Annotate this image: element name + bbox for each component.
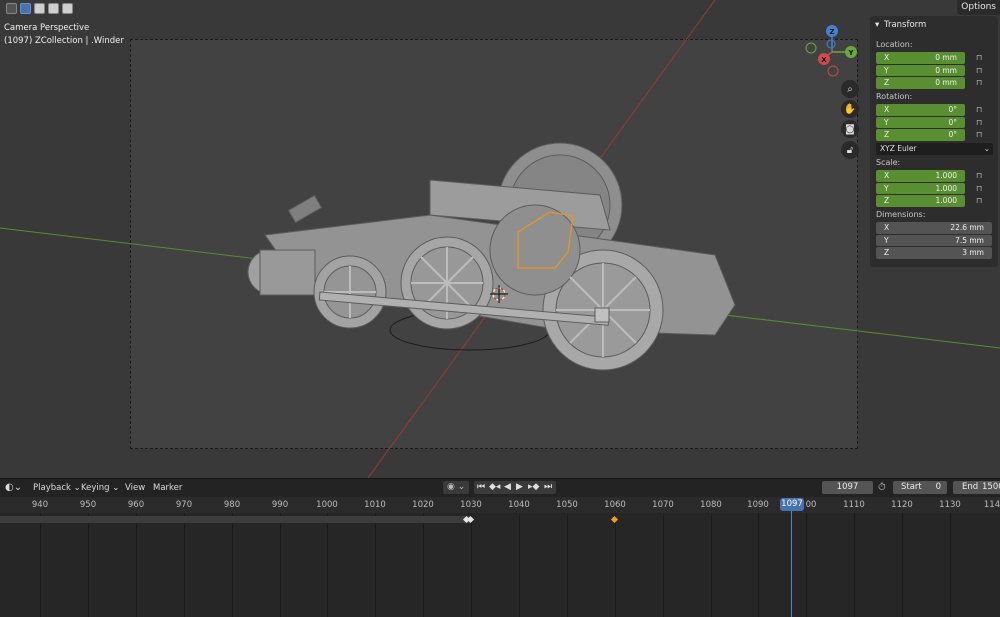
- current-frame-field[interactable]: 1097: [822, 481, 873, 494]
- chevron-down-icon: ▾: [875, 20, 880, 30]
- dimensions-x-field[interactable]: X 22.6 mm: [876, 222, 992, 234]
- locomotive-model: [247, 142, 736, 371]
- pan-hand-icon[interactable]: ✋: [841, 100, 859, 118]
- editor-type-icon[interactable]: ◐⌄: [5, 482, 22, 493]
- navigation-gizmo[interactable]: Z Y X: [803, 22, 861, 80]
- playback-menu[interactable]: Playback ⌄: [33, 483, 81, 493]
- camera-view-icon[interactable]: ◙: [841, 120, 859, 138]
- scale-y-field[interactable]: Y 1.000: [876, 182, 965, 194]
- playhead-frame-label[interactable]: 1097: [780, 498, 804, 511]
- ruler-tick: 1070: [652, 500, 674, 510]
- chevron-down-icon: ⌄: [73, 483, 81, 493]
- location-x-field[interactable]: X0 mm: [876, 52, 965, 64]
- location-label: Location:: [876, 40, 913, 49]
- select-subtract-icon[interactable]: [48, 2, 59, 14]
- lock-icon[interactable]: ⊓: [976, 118, 986, 128]
- rotation-y-field[interactable]: Y 0°: [876, 116, 965, 128]
- prev-keyframe-icon[interactable]: ◆◂: [489, 481, 500, 494]
- gizmo-y-label: Y: [847, 49, 854, 57]
- ruler-tick: 1030: [460, 500, 482, 510]
- options-button[interactable]: Options: [957, 0, 1000, 15]
- keying-menu[interactable]: Keying ⌄: [81, 483, 119, 493]
- transform-panel-header[interactable]: ▾ Transform: [870, 19, 998, 33]
- rotation-x-field[interactable]: X 0°: [876, 104, 965, 116]
- location-y-field[interactable]: Y0 mm: [876, 64, 965, 76]
- select-box-icon[interactable]: [20, 2, 31, 14]
- dimensions-label: Dimensions:: [876, 210, 926, 219]
- lock-icon[interactable]: ⊓: [976, 66, 986, 76]
- 3d-viewport[interactable]: Options Camera Perspective (1097) ZColle…: [0, 0, 1000, 478]
- ruler-tick: 1000: [316, 500, 338, 510]
- ruler-tick: 990: [271, 500, 289, 510]
- rotation-mode-select[interactable]: XYZ Euler ⌄: [876, 143, 993, 155]
- scale-z-field[interactable]: Z 1.000: [876, 195, 965, 207]
- lock-icon[interactable]: ⊓: [976, 171, 986, 181]
- lock-icon[interactable]: ⊓: [976, 105, 986, 115]
- header-toolbar: [0, 0, 106, 16]
- ruler-tick: 980: [223, 500, 241, 510]
- lock-icon[interactable]: ⊓: [976, 53, 986, 63]
- ruler-tick: 1130: [939, 500, 961, 510]
- marker-menu[interactable]: Marker: [153, 483, 182, 493]
- gizmo-x-label: X: [821, 56, 827, 64]
- lock-icon[interactable]: ⊓: [976, 184, 986, 194]
- ruler-tick: 1090: [747, 500, 769, 510]
- select-extend-icon[interactable]: [34, 2, 45, 14]
- lock-icon[interactable]: ⊓: [976, 78, 986, 88]
- next-keyframe-icon[interactable]: ▸◆: [528, 481, 539, 494]
- cursor-tool-icon[interactable]: [6, 2, 17, 14]
- rotation-z-field[interactable]: Z 0°: [876, 129, 965, 141]
- keyframe-marker-selected[interactable]: [610, 515, 619, 524]
- frame-ruler[interactable]: 940 950 960 970 980 990 1000 1010 1020 1…: [0, 497, 1000, 513]
- summary-hold-bar: [0, 516, 470, 523]
- gizmo-z-label: Z: [829, 28, 834, 36]
- viewport-info: Camera Perspective (1097) ZCollection | …: [4, 22, 124, 47]
- location-z-field[interactable]: Z0 mm: [876, 77, 965, 89]
- play-icon[interactable]: ▶: [516, 481, 523, 494]
- ruler-tick: 114: [983, 500, 1000, 510]
- transform-panel: ▾ Transform Location: X0 mm ⊓ Y0 mm ⊓ Z0…: [870, 16, 998, 267]
- zoom-icon[interactable]: ⌕: [841, 80, 859, 98]
- ruler-tick: 1060: [604, 500, 626, 510]
- keyframe-tracks[interactable]: [0, 513, 1000, 617]
- play-reverse-icon[interactable]: ◀: [504, 481, 511, 494]
- chevron-down-icon: ⌄: [112, 483, 120, 493]
- ruler-tick: 970: [175, 500, 193, 510]
- ruler-tick: 1010: [364, 500, 386, 510]
- start-frame-field[interactable]: Start 0: [893, 481, 947, 494]
- ruler-tick: 00: [805, 500, 817, 510]
- view-menu[interactable]: View: [125, 483, 145, 493]
- ruler-tick: 1110: [843, 500, 865, 510]
- scale-label: Scale:: [876, 158, 901, 167]
- ruler-tick: 950: [79, 500, 97, 510]
- jump-start-icon[interactable]: ⏮: [477, 481, 485, 494]
- select-intersect-icon[interactable]: [62, 2, 73, 14]
- view-title: Camera Perspective: [4, 23, 90, 33]
- lock-icon[interactable]: ⊓: [976, 196, 986, 206]
- jump-end-icon[interactable]: ⏭: [544, 481, 552, 494]
- lock-camera-icon[interactable]: 🔓︎: [841, 141, 859, 159]
- auto-keying-toggle[interactable]: ◉ ⌄: [443, 481, 469, 494]
- active-collection: (1097) ZCollection | .Winder: [4, 35, 124, 46]
- ruler-tick: 1050: [556, 500, 578, 510]
- ruler-tick: 1040: [508, 500, 530, 510]
- ruler-tick: 1120: [891, 500, 913, 510]
- lock-icon[interactable]: ⊓: [976, 130, 986, 140]
- ruler-tick: 1080: [700, 500, 722, 510]
- dimensions-z-field[interactable]: Z3 mm: [876, 247, 992, 259]
- ruler-tick: 940: [31, 500, 49, 510]
- stopwatch-icon[interactable]: ⏱: [878, 481, 886, 494]
- dimensions-y-field[interactable]: Y 7.5 mm: [876, 234, 992, 246]
- playhead-line[interactable]: [791, 511, 792, 617]
- rotation-label: Rotation:: [876, 92, 913, 101]
- ruler-tick: 960: [127, 500, 145, 510]
- scale-x-field[interactable]: X 1.000: [876, 170, 965, 182]
- ruler-tick: 1020: [412, 500, 434, 510]
- end-frame-field[interactable]: End1500: [953, 481, 1000, 494]
- chevron-down-icon: ⌄: [983, 144, 990, 153]
